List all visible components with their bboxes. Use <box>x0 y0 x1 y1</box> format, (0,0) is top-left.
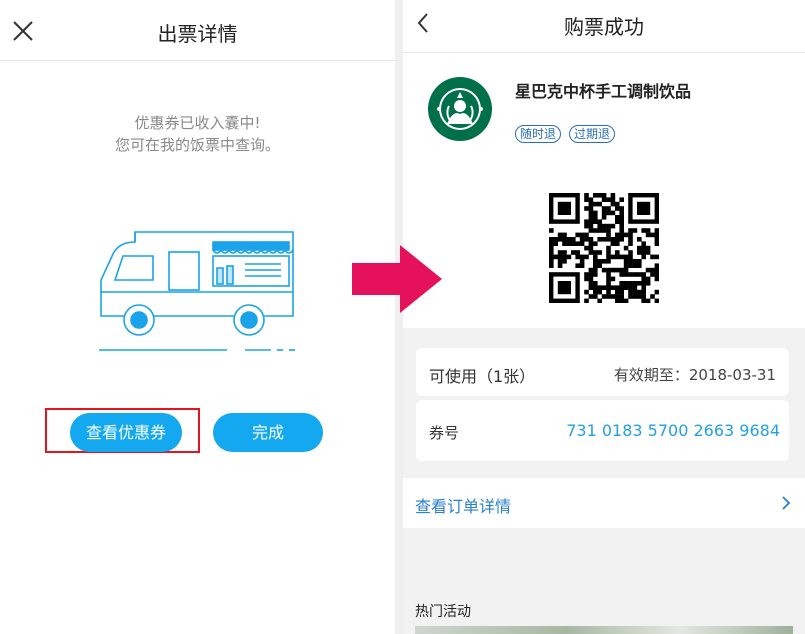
food-truck-illustration <box>99 231 295 351</box>
page-title: 出票详情 <box>157 22 238 46</box>
product-name: 星巴克中杯手工调制饮品 <box>515 82 692 101</box>
starbucks-logo-icon <box>428 77 492 141</box>
refund-anytime-tag: 随时退 <box>515 125 562 143</box>
refund-expired-tag: 过期退 <box>569 125 616 143</box>
right-screen: 购票成功 星巴克中杯手工调制饮品 随时退 过期退 可使用（1张） 有效期至：20… <box>403 0 805 634</box>
order-detail-row[interactable]: 查看订单详情 <box>403 478 805 528</box>
success-message-line2: 您可在我的饭票中查询。 <box>114 136 280 154</box>
done-button[interactable]: 完成 <box>213 413 323 452</box>
coupon-number-panel: 券号 731 0183 5700 2663 9684 <box>416 400 789 461</box>
chevron-right-icon <box>782 496 791 510</box>
availability-panel: 可使用（1张） 有效期至：2018-03-31 <box>416 348 789 396</box>
availability-label: 可使用（1张） <box>429 367 536 386</box>
coupon-number-label: 券号 <box>429 424 460 442</box>
qr-code <box>549 193 659 303</box>
right-header: 购票成功 <box>403 0 805 53</box>
ticket-card: 星巴克中杯手工调制饮品 随时退 过期退 <box>403 53 805 328</box>
view-coupon-button[interactable]: 查看优惠券 <box>70 413 182 452</box>
coupon-number: 731 0183 5700 2663 9684 <box>566 421 780 440</box>
left-screen: 出票详情 优惠券已收入囊中! 您可在我的饭票中查询。 查看优惠券 完成 <box>0 0 395 634</box>
order-detail-link[interactable]: 查看订单详情 <box>415 493 511 517</box>
hot-activities-title: 热门活动 <box>415 604 471 620</box>
screen-divider <box>395 0 403 634</box>
activity-banner-image[interactable] <box>415 626 793 634</box>
validity-date: 有效期至：2018-03-31 <box>613 366 776 384</box>
success-message-line1: 优惠券已收入囊中! <box>134 114 261 132</box>
left-header: 出票详情 <box>0 0 395 61</box>
arrow-right-icon <box>352 245 442 313</box>
page-title: 购票成功 <box>564 15 644 39</box>
